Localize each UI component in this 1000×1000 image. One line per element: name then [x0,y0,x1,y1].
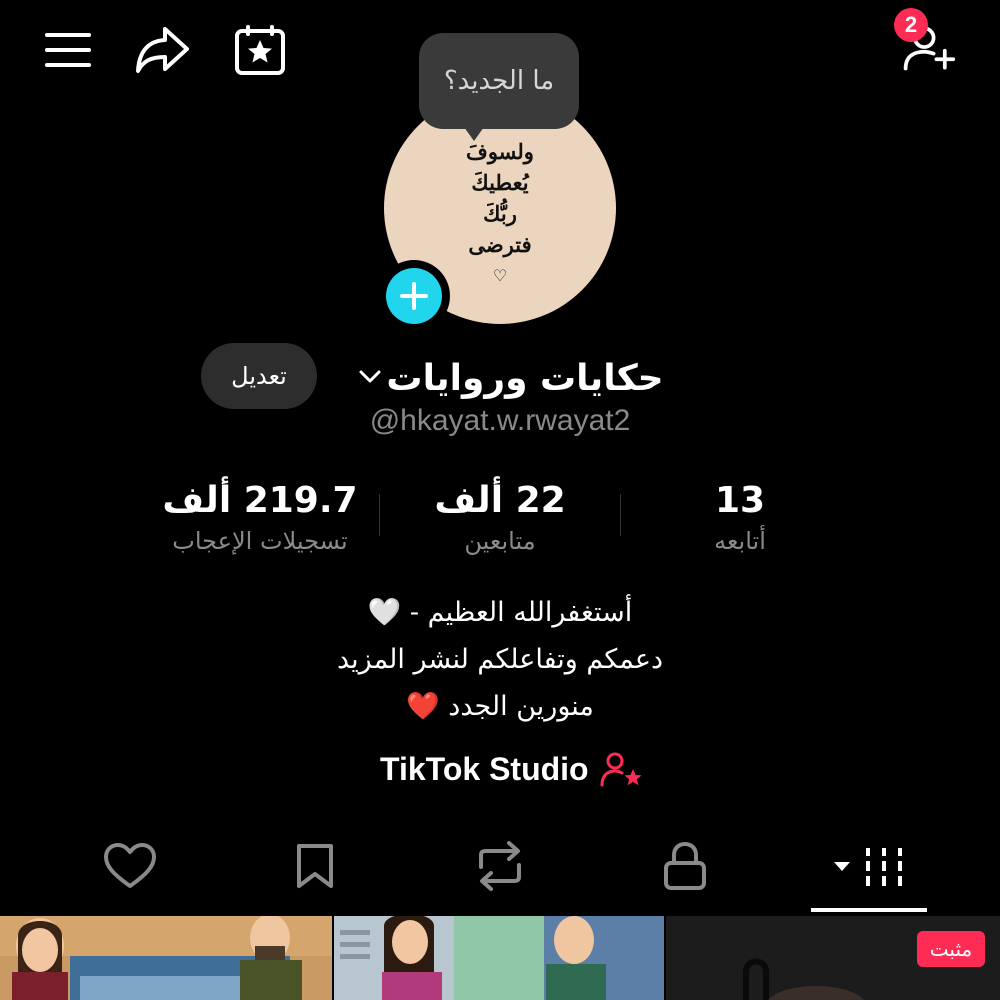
add-story-button[interactable] [378,260,450,332]
bookmark-icon [297,844,333,888]
stat-following[interactable]: 13 أتابعه [680,478,800,558]
tab-liked[interactable] [100,836,160,896]
profile-name[interactable]: حكايات وروايات [380,352,670,404]
active-tab-indicator [811,908,927,912]
bio-line: أستغفرالله العظيم - 🤍 [367,597,633,628]
stat-likes[interactable]: 219.7 ألف تسجيلات الإعجاب [140,478,380,558]
notification-badge: 2 [894,8,928,42]
share-arrow-icon [136,27,189,73]
video-thumbnail[interactable] [0,916,332,1000]
avatar-line: ربُّكَ [483,201,517,226]
whats-new-tooltip[interactable]: ما الجديد؟ [419,33,579,129]
stat-value: 22 ألف [434,480,566,521]
stat-followers[interactable]: 22 ألف متابعين [400,478,600,558]
calendar-button[interactable] [232,22,288,78]
bio-line: دعمكم وتفاعلكم لنشر المزيد [336,644,664,675]
avatar-line: يُعطيكَ [471,170,529,195]
tab-reposts[interactable] [470,836,530,896]
video-thumbnail[interactable] [334,916,664,1000]
tab-videos[interactable] [828,836,910,896]
repost-icon [479,841,521,891]
menu-button[interactable] [40,22,96,78]
tiktok-studio-link[interactable]: TikTok Studio [380,746,645,792]
edit-profile-button[interactable]: تعديل [201,343,317,409]
tooltip-arrow [464,127,484,141]
stat-label: متابعين [464,527,536,555]
avatar-line: فترضى [468,232,532,257]
hamburger-icon [45,33,91,67]
stat-value: 219.7 ألف [162,480,358,521]
lock-icon [664,841,706,890]
tab-private[interactable] [655,836,715,896]
profile-handle: @hkayat.w.rwayat2 [369,404,631,437]
share-button[interactable] [135,22,191,78]
studio-label: TikTok Studio [380,750,589,787]
calendar-star-icon [235,25,285,75]
stat-label: أتابعه [714,527,766,555]
stat-value: 13 [714,480,766,521]
stat-divider [620,494,621,536]
pinned-badge: مثبت [917,931,985,967]
avatar-line: ولسوفَ [466,139,534,164]
creator-star-icon [600,752,642,787]
stat-label: تسجيلات الإعجاب [172,527,348,555]
stat-divider [379,494,380,536]
plus-icon [400,282,428,310]
grid-icon [834,848,902,886]
bio-line: منورين الجدد ❤️ [406,691,594,722]
tab-favorites[interactable] [285,836,345,896]
heart-icon [104,843,156,888]
